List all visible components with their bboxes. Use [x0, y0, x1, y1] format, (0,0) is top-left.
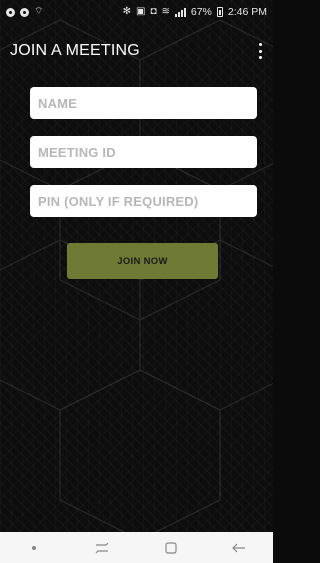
- home-button[interactable]: [151, 536, 191, 560]
- pin-input[interactable]: [30, 185, 257, 217]
- wifi-icon: ≋: [161, 6, 170, 17]
- bluetooth-icon: ✻: [122, 6, 131, 17]
- recents-button[interactable]: [82, 536, 122, 560]
- name-input[interactable]: [30, 87, 257, 119]
- battery-icon: [216, 7, 223, 17]
- nav-dot-button[interactable]: [14, 536, 54, 560]
- status-right: ✻ ▣ ◘ ≋ 67% 2:46 PM: [123, 6, 267, 18]
- clock: 2:46 PM: [227, 6, 267, 18]
- meeting-id-input[interactable]: [30, 136, 257, 168]
- more-vertical-icon[interactable]: [255, 42, 265, 60]
- recents-icon: [95, 542, 109, 553]
- battery-percent: 67%: [190, 6, 212, 18]
- notification-icon: [6, 7, 15, 17]
- signal-icon: [174, 7, 186, 17]
- back-icon: [232, 543, 245, 552]
- join-now-button[interactable]: JOIN NOW: [67, 243, 218, 279]
- mute-icon: ◘: [150, 6, 157, 17]
- back-button[interactable]: [219, 536, 259, 560]
- chat-icon: [20, 7, 29, 17]
- page-title: JOIN A MEETING: [10, 42, 140, 59]
- status-bar: ⌔ ✻ ▣ ◘ ≋ 67% 2:46 PM: [0, 0, 273, 24]
- app-toolbar: JOIN A MEETING: [0, 36, 273, 66]
- nfc-icon: ▣: [135, 6, 146, 17]
- nav-dot-icon: [32, 545, 37, 550]
- wifi-calling-icon: ⌔: [34, 6, 44, 17]
- system-nav-bar: [0, 532, 273, 563]
- home-icon: [165, 541, 177, 554]
- status-left: ⌔: [6, 7, 43, 17]
